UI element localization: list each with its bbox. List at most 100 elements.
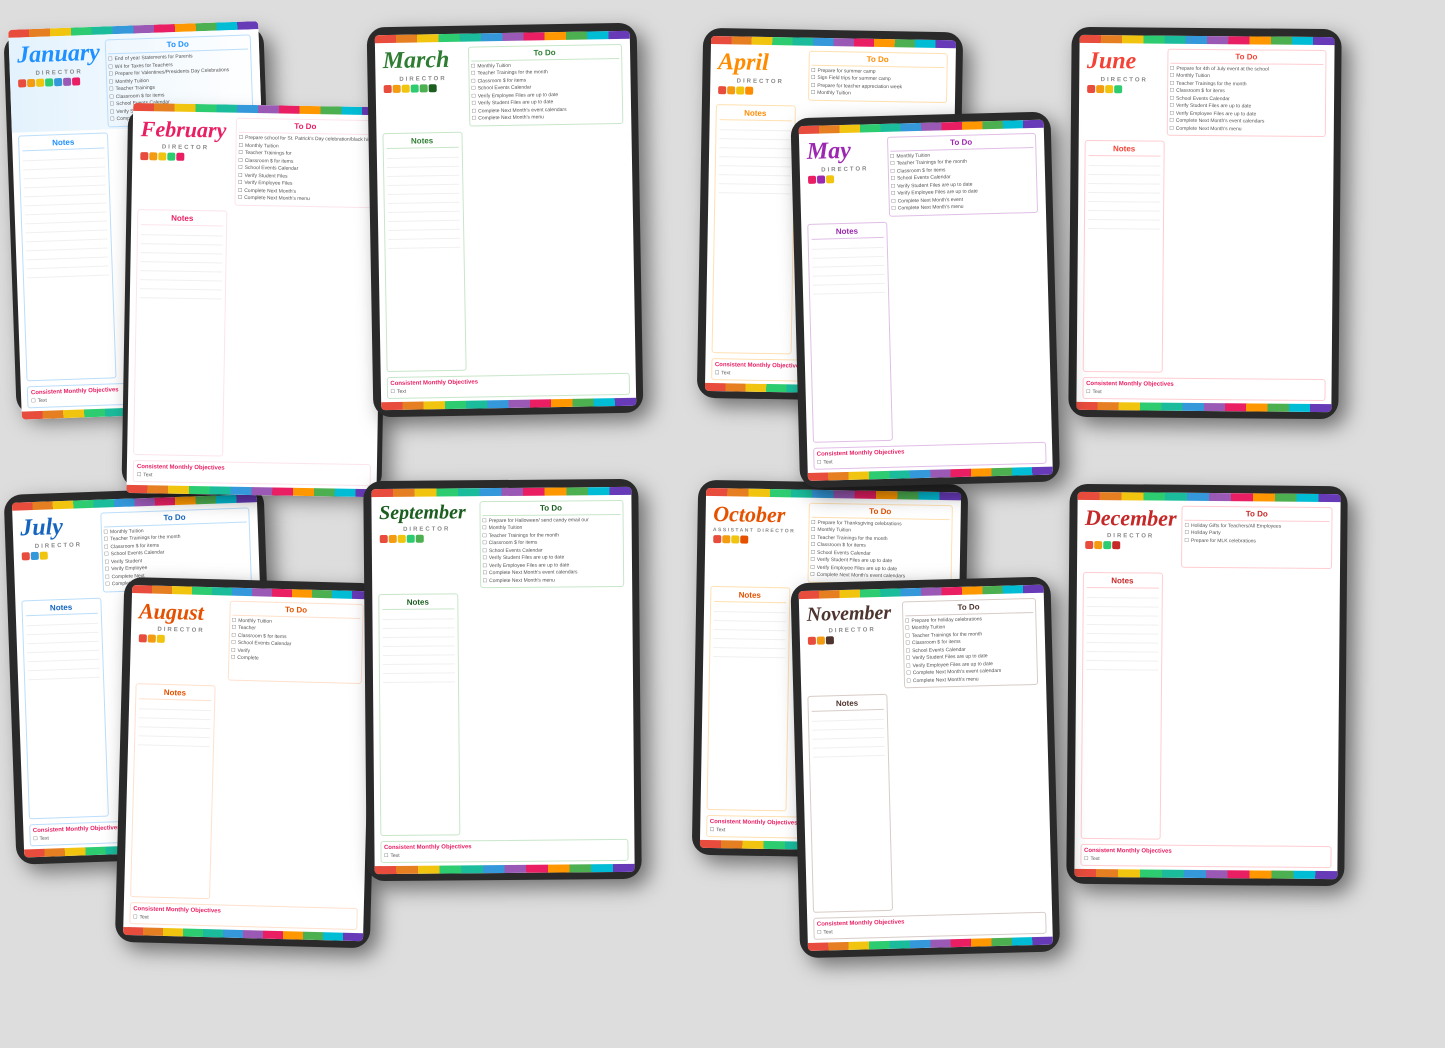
footer-jun: Consistent Monthly Objectives Text xyxy=(1076,374,1331,403)
todo-jun-9: Complete Next Month's menu xyxy=(1169,125,1322,133)
assistant-director-label-oct: ASSISTANT DIRECTOR xyxy=(713,527,803,535)
todo-jun-2: Monthly Tuition xyxy=(1170,73,1323,81)
body-mar: Notes xyxy=(376,125,635,374)
notes-title-may: Notes xyxy=(811,225,883,239)
body-aug: Notes xyxy=(123,680,369,906)
todo-dec-5 xyxy=(1184,557,1328,565)
card-march: March DIRECTOR To Do Monthly Tuition Tea… xyxy=(367,23,644,418)
header-oct: October ASSISTANT DIRECTOR To Do Prepare… xyxy=(704,495,960,586)
month-title-sep: September xyxy=(379,501,474,525)
director-label-jul: DIRECTOR xyxy=(21,541,96,550)
month-title-nov: November xyxy=(806,601,897,626)
todo-sep-3: Teacher Trainings for the month xyxy=(482,531,620,539)
rainbow-stripe-jun-bottom xyxy=(1076,401,1331,411)
body-may: Notes xyxy=(801,214,1052,445)
month-title-jan: January xyxy=(17,40,101,70)
card-june: June DIRECTOR To Do Prepare for 4th of J… xyxy=(1068,27,1341,419)
objectives-item-feb: Text xyxy=(137,472,367,482)
card-february: February DIRECTOR To Do Prepare school f… xyxy=(122,108,389,492)
todo-sep-5: School Events Calendar xyxy=(482,546,620,554)
notes-title-jul: Notes xyxy=(25,601,97,616)
todo-title-sep: To Do xyxy=(482,502,620,515)
rainbow-stripe-dec-bottom xyxy=(1074,868,1337,878)
todo-dec-4 xyxy=(1184,550,1328,558)
todo-title-apr: To Do xyxy=(811,53,944,67)
director-label-may: DIRECTOR xyxy=(807,165,882,173)
header-nov: November DIRECTOR To Do Prepare for holi… xyxy=(798,592,1045,693)
todo-title-dec: To Do xyxy=(1185,508,1329,521)
todo-apr-4: Monthly Tuition xyxy=(811,90,944,99)
card-may: May DIRECTOR To Do Monthly Tuition Teach… xyxy=(790,112,1060,489)
month-title-jun: June xyxy=(1087,47,1162,75)
todo-feb-9: Complete Next Month's menu xyxy=(238,195,371,204)
body-nov: Notes xyxy=(801,687,1052,916)
todo-jun-4: Classroom $ for items xyxy=(1170,88,1323,96)
page-december: December DIRECTOR To Do Holiday Gifts fo… xyxy=(1074,491,1340,878)
month-title-mar: March xyxy=(382,46,462,74)
card-august: August DIRECTOR To Do Monthly Tuition Te… xyxy=(115,577,379,949)
page-august: August DIRECTOR To Do Monthly Tuition Te… xyxy=(123,585,372,941)
header-apr: April DIRECTOR To Do Prepare for summer … xyxy=(709,43,955,104)
todo-sep-7: Verify Employee Files are up to date xyxy=(482,561,620,569)
todo-title-feb: To Do xyxy=(239,121,372,135)
notes-title-mar: Notes xyxy=(386,135,458,148)
todo-sep-9: Complete Next Month's menu xyxy=(483,576,621,584)
month-title-feb: February xyxy=(141,116,231,144)
page-may: May DIRECTOR To Do Monthly Tuition Teach… xyxy=(798,119,1052,480)
month-title-aug: August xyxy=(139,598,225,626)
director-label-dec: DIRECTOR xyxy=(1085,532,1177,539)
notes-title-feb: Notes xyxy=(141,213,223,226)
todo-sep-1: Prepare for Halloween/ send candy email … xyxy=(482,516,620,524)
todo-jun-5: School Events Calendar xyxy=(1170,95,1323,103)
body-feb: Notes xyxy=(127,205,381,462)
header-mar: March DIRECTOR To Do Monthly Tuition Tea… xyxy=(374,38,630,129)
todo-mar-8: Complete Next Month's menu xyxy=(472,113,620,122)
notes-title-sep: Notes xyxy=(382,597,454,610)
todo-sep-8: Complete Next Month's event calendars xyxy=(483,569,621,577)
notes-title-apr: Notes xyxy=(719,108,791,121)
header-aug: August DIRECTOR To Do Monthly Tuition Te… xyxy=(129,593,371,686)
todo-jun-6: Verify Student Files are up to date xyxy=(1169,103,1322,111)
rainbow-stripe-sep-bottom xyxy=(374,863,634,873)
page-march: March DIRECTOR To Do Monthly Tuition Tea… xyxy=(374,30,636,409)
page-september: September DIRECTOR To Do Prepare for Hal… xyxy=(371,486,634,873)
objectives-title-dec: Consistent Monthly Objectives xyxy=(1084,847,1327,855)
card-november: November DIRECTOR To Do Prepare for holi… xyxy=(790,577,1060,959)
month-title-may: May xyxy=(806,136,882,165)
director-label-aug: DIRECTOR xyxy=(138,626,223,634)
header-dec: December DIRECTOR To Do Holiday Gifts fo… xyxy=(1077,499,1341,571)
page-november: November DIRECTOR To Do Prepare for holi… xyxy=(798,584,1052,950)
notes-title-jan: Notes xyxy=(22,136,104,151)
todo-jun-8: Complete Next Month's event calendars xyxy=(1169,118,1322,126)
todo-title-jun: To Do xyxy=(1170,51,1323,64)
todo-sep-6: Verify Student Files are up to date xyxy=(482,554,620,562)
director-label-sep: DIRECTOR xyxy=(379,526,474,533)
body-dec: Notes xyxy=(1074,569,1339,844)
notes-title-nov: Notes xyxy=(811,698,883,712)
footer-dec: Consistent Monthly Objectives Text xyxy=(1074,841,1337,870)
card-december: December DIRECTOR To Do Holiday Gifts fo… xyxy=(1066,484,1347,886)
todo-title-oct: To Do xyxy=(811,505,949,519)
director-label-apr: DIRECTOR xyxy=(718,78,803,85)
todo-dec-1: Holiday Gifts for Teachers/All Employees xyxy=(1184,522,1328,530)
objectives-title-sep: Consistent Monthly Objectives xyxy=(384,842,624,850)
todo-dec-2: Holiday Party xyxy=(1184,530,1328,538)
todo-dec-3: Prepare for MLK celebrations xyxy=(1184,537,1328,545)
body-jun: Notes xyxy=(1076,137,1333,377)
todo-jun-3: Teacher Trainings for the month xyxy=(1170,80,1323,88)
month-title-oct: October xyxy=(713,501,803,529)
objectives-title-jun: Consistent Monthly Objectives xyxy=(1086,380,1321,388)
todo-jun-1: Prepare for 4th of July event at the sch… xyxy=(1170,65,1323,73)
notes-title-oct: Notes xyxy=(714,590,786,603)
main-container: January DIRECTOR To Do End of year Stat xyxy=(0,0,1445,1048)
header-sep: September DIRECTOR To Do Prepare for Hal… xyxy=(371,494,632,591)
header-jun: June DIRECTOR To Do Prepare for 4th of J… xyxy=(1078,42,1334,139)
director-label-mar: DIRECTOR xyxy=(383,75,463,82)
director-label-feb: DIRECTOR xyxy=(140,144,230,152)
director-label-nov: DIRECTOR xyxy=(807,626,897,634)
todo-sep-2: Monthly Tuition xyxy=(482,524,620,532)
page-february: February DIRECTOR To Do Prepare school f… xyxy=(126,103,383,497)
objectives-item-jun: Text xyxy=(1086,388,1321,396)
month-title-dec: December xyxy=(1085,504,1177,531)
page-june: June DIRECTOR To Do Prepare for 4th of J… xyxy=(1076,34,1334,411)
